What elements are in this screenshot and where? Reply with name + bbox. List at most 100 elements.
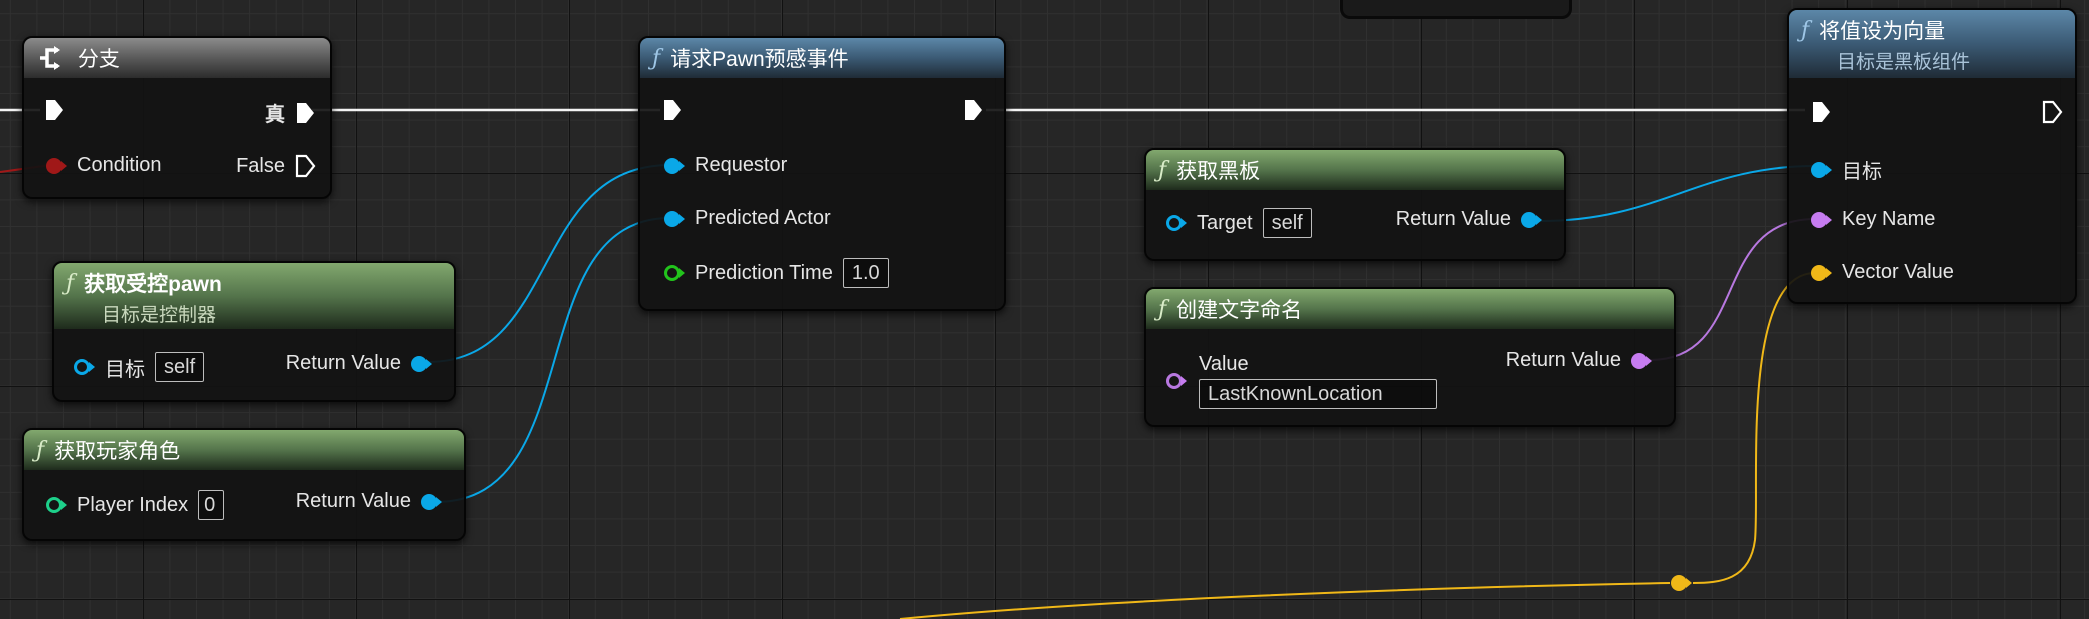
pawn-sensing-node[interactable]: ƒ 请求Pawn预感事件 Requestor Predicted Actor Pr…	[638, 36, 1006, 311]
pin-arrow-icon	[1646, 355, 1652, 366]
blackboard-target-input[interactable]: Target self	[1166, 208, 1312, 238]
pin-arrow-icon	[1826, 164, 1832, 175]
exec-pin-outline-icon[interactable]	[2042, 100, 2063, 124]
name-pin-icon[interactable]	[1166, 373, 1182, 389]
wire-vector-from-offscreen	[899, 582, 1671, 619]
set-vector-exec-in[interactable]	[1811, 100, 1832, 124]
pin-arrow-icon	[61, 500, 67, 510]
offscreen-node-edge	[1340, 0, 1572, 19]
int-pin-icon[interactable]	[46, 497, 62, 513]
get-player-character-node[interactable]: ƒ 获取玩家角色 Player Index 0 Return Value	[22, 428, 466, 541]
exec-pin-outline-icon[interactable]	[295, 154, 316, 178]
get-controlled-pawn-header[interactable]: ƒ 获取受控pawn 目标是控制器	[54, 263, 454, 329]
player-index-label: Player Index	[77, 493, 189, 516]
object-pin-icon[interactable]	[74, 359, 90, 375]
get-player-character-header[interactable]: ƒ 获取玩家角色	[24, 430, 464, 470]
name-pin-icon[interactable]	[1811, 211, 1827, 228]
branch-node-header[interactable]: 分支	[24, 38, 330, 78]
object-pin-icon[interactable]	[1521, 211, 1537, 228]
function-icon: ƒ	[1801, 17, 1810, 43]
function-icon: ƒ	[36, 437, 45, 463]
branch-node[interactable]: 分支 真 Condition False	[22, 36, 332, 199]
target-label: 目标	[1842, 161, 1882, 183]
player-index-field[interactable]: 0	[198, 490, 225, 520]
prediction-time-input[interactable]: Prediction Time 1.0	[664, 258, 889, 288]
object-pin-icon[interactable]	[664, 210, 680, 227]
predicted-actor-label: Predicted Actor	[695, 207, 831, 229]
blackboard-return-output[interactable]: Return Value	[1386, 208, 1542, 231]
pawn-sensing-title: 请求Pawn预感事件	[670, 48, 849, 71]
requestor-input[interactable]: Requestor	[664, 154, 797, 177]
controlled-pawn-target-input[interactable]: 目标 self	[74, 352, 205, 382]
pin-arrow-icon	[89, 362, 95, 372]
key-name-input[interactable]: Key Name	[1811, 208, 1945, 231]
return-value-label: Return Value	[285, 352, 401, 374]
literal-name-return-output[interactable]: Return Value	[1496, 349, 1652, 372]
branch-node-title: 分支	[77, 48, 120, 71]
prediction-time-field[interactable]: 1.0	[842, 258, 889, 288]
pawn-sensing-header[interactable]: ƒ 请求Pawn预感事件	[640, 38, 1004, 78]
branch-false-output[interactable]: False	[226, 154, 316, 178]
pawn-sensing-exec-in[interactable]	[662, 98, 683, 122]
set-vector-exec-out[interactable]	[2042, 100, 2063, 124]
pin-arrow-icon	[61, 160, 67, 171]
target-self-field[interactable]: self	[1262, 208, 1312, 238]
make-literal-name-header[interactable]: ƒ 创建文字命名	[1146, 289, 1674, 329]
function-icon: ƒ	[1158, 296, 1167, 322]
return-value-label: Return Value	[295, 490, 411, 512]
literal-value-input[interactable]: Value LastKnownLocation	[1166, 351, 1437, 411]
bool-pin-icon[interactable]	[46, 157, 62, 174]
return-value-label: Return Value	[1395, 208, 1511, 230]
function-icon: ƒ	[1158, 157, 1167, 183]
literal-value-field[interactable]: LastKnownLocation	[1199, 379, 1437, 409]
player-index-input[interactable]: Player Index 0	[46, 490, 225, 520]
prediction-time-label: Prediction Time	[695, 261, 833, 284]
target-self-field[interactable]: self	[155, 352, 205, 382]
exec-pin-icon[interactable]	[295, 101, 316, 125]
get-player-character-title: 获取玩家角色	[54, 440, 181, 463]
predicted-actor-input[interactable]: Predicted Actor	[664, 207, 841, 230]
object-pin-icon[interactable]	[1166, 215, 1182, 231]
make-literal-name-node[interactable]: ƒ 创建文字命名 Value LastKnownLocation Return V…	[1144, 287, 1676, 427]
get-controlled-pawn-node[interactable]: ƒ 获取受控pawn 目标是控制器 目标 self Return Value	[52, 261, 456, 402]
function-icon: ƒ	[66, 270, 75, 296]
get-blackboard-title: 获取黑板	[1176, 160, 1261, 183]
object-pin-icon[interactable]	[664, 157, 680, 174]
target-label: Target	[1197, 211, 1253, 234]
object-pin-icon[interactable]	[411, 355, 427, 372]
set-value-as-vector-node[interactable]: ƒ 将值设为向量 目标是黑板组件 目标 Key Name Vector Value	[1787, 8, 2077, 304]
vector-value-input[interactable]: Vector Value	[1811, 261, 1964, 284]
requestor-label: Requestor	[695, 154, 788, 176]
wire-vector-value	[1692, 272, 1816, 584]
wire-player-character-to-predicted-actor	[435, 217, 671, 503]
set-vector-target-input[interactable]: 目标	[1811, 155, 1892, 184]
object-pin-icon[interactable]	[1811, 161, 1827, 178]
float-pin-icon[interactable]	[664, 265, 680, 281]
exec-pin-icon[interactable]	[44, 98, 65, 122]
condition-label: Condition	[77, 154, 162, 176]
branch-true-output[interactable]: 真	[255, 98, 316, 127]
get-blackboard-header[interactable]: ƒ 获取黑板	[1146, 150, 1564, 190]
key-name-label: Key Name	[1842, 208, 1936, 230]
exec-pin-icon[interactable]	[662, 98, 683, 122]
vector-pin-icon[interactable]	[1811, 264, 1827, 281]
controlled-pawn-return-output[interactable]: Return Value	[276, 352, 432, 375]
branch-exec-in[interactable]	[44, 98, 65, 122]
pawn-sensing-exec-out[interactable]	[963, 98, 984, 122]
pin-arrow-icon	[1181, 218, 1187, 228]
player-character-return-output[interactable]: Return Value	[286, 490, 442, 513]
exec-pin-icon[interactable]	[1811, 100, 1832, 124]
pin-arrow-icon	[1536, 214, 1542, 225]
get-blackboard-node[interactable]: ƒ 获取黑板 Target self Return Value	[1144, 148, 1566, 261]
name-pin-icon[interactable]	[1631, 352, 1647, 369]
exec-pin-icon[interactable]	[963, 98, 984, 122]
reroute-node-icon[interactable]	[1670, 574, 1692, 592]
pin-arrow-icon	[679, 268, 685, 278]
object-pin-icon[interactable]	[421, 493, 437, 510]
branch-condition-input[interactable]: Condition	[46, 154, 172, 177]
wire-controlled-pawn-to-requestor	[427, 164, 671, 363]
get-controlled-pawn-subtitle: 目标是控制器	[102, 305, 217, 326]
wire-blackboard-to-target	[1539, 165, 1816, 222]
make-literal-name-title: 创建文字命名	[1176, 299, 1303, 322]
set-vector-header[interactable]: ƒ 将值设为向量 目标是黑板组件	[1789, 10, 2075, 78]
